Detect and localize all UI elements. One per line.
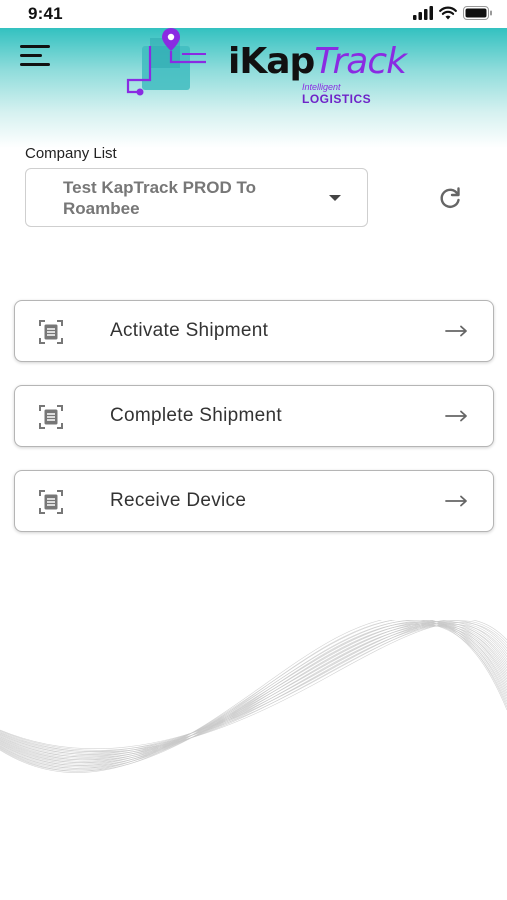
decorative-wave-background bbox=[0, 620, 507, 773]
wave-line bbox=[0, 624, 507, 766]
wave-line bbox=[0, 620, 507, 769]
arrow-right-icon bbox=[445, 495, 467, 507]
app-header: iKapTrack Intelligent LOGISTICS bbox=[0, 28, 507, 148]
wave-line bbox=[0, 623, 507, 759]
wifi-icon bbox=[439, 6, 457, 20]
complete-shipment-label: Complete Shipment bbox=[110, 405, 282, 426]
scan-document-icon bbox=[39, 320, 63, 344]
kaptrack-logo-mark-icon bbox=[126, 28, 206, 96]
wave-line bbox=[0, 620, 507, 752]
arrow-right-icon bbox=[445, 410, 467, 422]
hamburger-menu-icon[interactable] bbox=[20, 45, 54, 73]
signal-icon bbox=[413, 6, 433, 20]
company-select-value: Test KapTrack PROD To Roambee bbox=[63, 178, 257, 218]
status-bar: 9:41 bbox=[0, 0, 507, 28]
refresh-icon[interactable] bbox=[437, 185, 463, 211]
wave-line bbox=[0, 620, 507, 772]
brand-prefix: iKap bbox=[228, 41, 315, 82]
wave-line bbox=[0, 620, 507, 763]
wave-line bbox=[0, 621, 507, 758]
activate-shipment-label: Activate Shipment bbox=[110, 320, 269, 341]
brand-suffix: Track bbox=[314, 41, 407, 82]
chevron-down-icon bbox=[329, 195, 341, 201]
wave-line bbox=[0, 621, 507, 760]
wave-line bbox=[0, 622, 507, 753]
wave-line bbox=[0, 625, 507, 761]
activate-shipment-button[interactable]: Activate Shipment bbox=[14, 300, 494, 362]
brand-tagline-logistics: LOGISTICS bbox=[302, 92, 372, 106]
wave-line bbox=[0, 621, 507, 755]
wave-line bbox=[0, 620, 507, 766]
wave-line bbox=[0, 623, 507, 757]
complete-shipment-button[interactable]: Complete Shipment bbox=[14, 385, 494, 447]
company-list-label: Company List bbox=[25, 145, 117, 162]
wave-line bbox=[0, 622, 507, 754]
kaptrack-logo-text: iKapTrack Intelligent LOGISTICS bbox=[228, 41, 407, 107]
brand-tagline-intelligent: Intelligent bbox=[302, 82, 341, 92]
wave-line bbox=[0, 620, 507, 751]
company-select-dropdown[interactable]: Test KapTrack PROD To Roambee bbox=[25, 168, 368, 227]
wave-line bbox=[0, 624, 507, 755]
battery-icon bbox=[463, 6, 492, 20]
wave-line bbox=[0, 625, 507, 758]
status-icons bbox=[413, 6, 493, 20]
status-time: 9:41 bbox=[28, 4, 63, 23]
scan-document-icon bbox=[39, 405, 63, 429]
brand-name: iKapTrack bbox=[228, 41, 407, 82]
arrow-right-icon bbox=[445, 325, 467, 337]
wave-line bbox=[0, 620, 507, 750]
receive-device-label: Receive Device bbox=[110, 490, 247, 511]
receive-device-button[interactable]: Receive Device bbox=[14, 470, 494, 532]
scan-document-icon bbox=[39, 490, 63, 514]
wave-line bbox=[0, 622, 507, 765]
